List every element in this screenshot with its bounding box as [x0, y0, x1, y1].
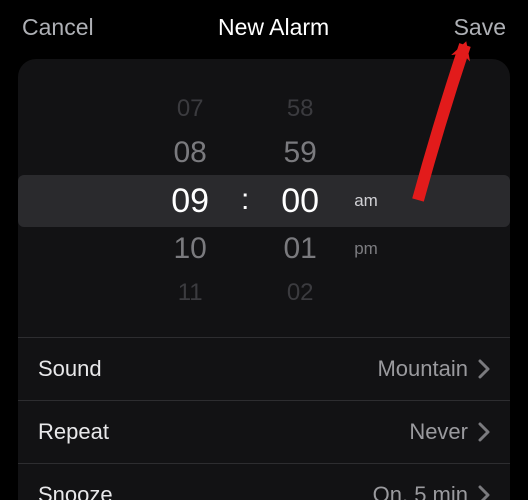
- hour-option[interactable]: 07: [150, 87, 230, 131]
- period-column[interactable]: . . am pm .: [354, 87, 378, 315]
- sound-value: Mountain: [377, 356, 468, 382]
- minute-option[interactable]: 02: [260, 271, 340, 315]
- hour-option[interactable]: 08: [150, 131, 230, 175]
- minute-option[interactable]: 01: [260, 227, 340, 271]
- settings-list: Sound Mountain Repeat Never Snooze On, 5…: [18, 337, 510, 500]
- repeat-label: Repeat: [38, 419, 109, 445]
- repeat-row[interactable]: Repeat Never: [18, 400, 510, 463]
- snooze-value: On, 5 min: [373, 482, 468, 500]
- page-title: New Alarm: [218, 14, 329, 41]
- hour-option[interactable]: 11: [150, 271, 230, 315]
- chevron-right-icon: [478, 359, 490, 379]
- hour-selected[interactable]: 09: [150, 175, 230, 227]
- hour-column[interactable]: 07 08 09 10 11: [150, 87, 230, 315]
- minute-option[interactable]: 59: [260, 131, 340, 175]
- save-button[interactable]: Save: [454, 14, 506, 41]
- chevron-right-icon: [478, 422, 490, 442]
- repeat-value: Never: [409, 419, 468, 445]
- cancel-button[interactable]: Cancel: [22, 14, 94, 41]
- top-bar: Cancel New Alarm Save: [0, 0, 528, 59]
- snooze-label: Snooze: [38, 482, 113, 500]
- chevron-right-icon: [478, 485, 490, 500]
- minute-option[interactable]: 58: [260, 87, 340, 131]
- time-picker[interactable]: 07 08 09 10 11 : 58 59 00 01 02 . . am p…: [18, 71, 510, 331]
- sound-row[interactable]: Sound Mountain: [18, 337, 510, 400]
- hour-option[interactable]: 10: [150, 227, 230, 271]
- minute-column[interactable]: 58 59 00 01 02: [260, 87, 340, 315]
- time-colon: :: [230, 175, 260, 227]
- snooze-row[interactable]: Snooze On, 5 min: [18, 463, 510, 500]
- period-selected[interactable]: am: [354, 175, 378, 227]
- sound-label: Sound: [38, 356, 102, 382]
- minute-selected[interactable]: 00: [260, 175, 340, 227]
- period-option[interactable]: pm: [354, 227, 378, 271]
- alarm-panel: 07 08 09 10 11 : 58 59 00 01 02 . . am p…: [18, 59, 510, 500]
